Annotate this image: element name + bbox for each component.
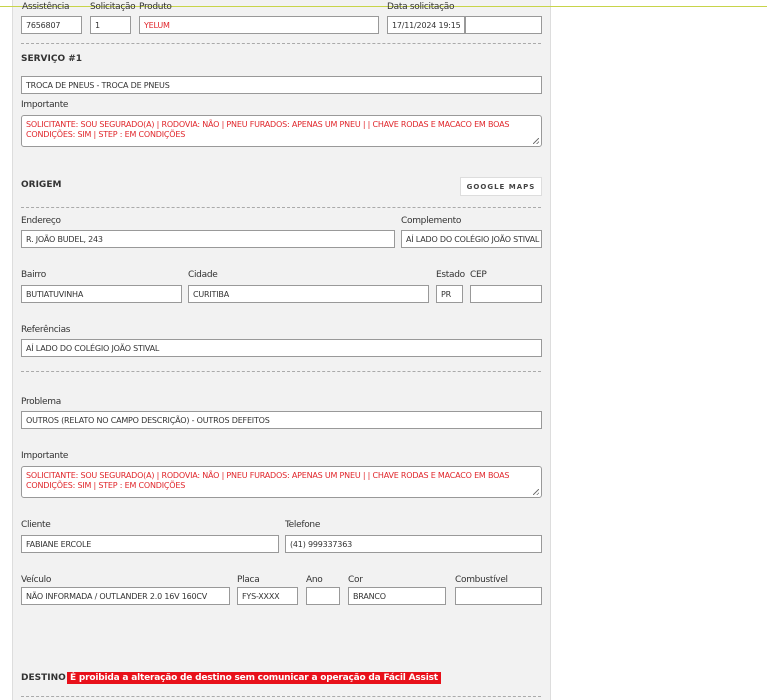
solicitacao-label: Solicitação: [90, 2, 136, 12]
importante-text: SOLICITANTE: SOU SEGURADO(A) | RODOVIA: …: [26, 120, 510, 139]
origem-title: ORIGEM: [21, 180, 62, 190]
complemento-input[interactable]: AÍ LADO DO COLÉGIO JOÃO STIVAL: [401, 230, 542, 248]
cidade-label: Cidade: [188, 270, 218, 280]
combustivel-input[interactable]: [455, 587, 542, 605]
placa-input[interactable]: FYS-XXXX: [237, 587, 298, 605]
complemento-label: Complemento: [401, 216, 462, 226]
servico-tipo-input[interactable]: TROCA DE PNEUS - TROCA DE PNEUS: [21, 76, 542, 94]
cep-label: CEP: [470, 270, 487, 280]
google-maps-button[interactable]: GOOGLE MAPS: [460, 177, 542, 196]
resize-grip-icon[interactable]: [533, 138, 539, 144]
bairro-input[interactable]: BUTIATUVINHA: [21, 285, 182, 303]
endereco-input[interactable]: R. JOÃO BUDEL, 243: [21, 230, 395, 248]
referencias-input[interactable]: AÍ LADO DO COLÉGIO JOÃO STIVAL: [21, 339, 542, 357]
combustivel-label: Combustível: [455, 575, 508, 585]
divider: [21, 207, 541, 208]
ano-label: Ano: [306, 575, 323, 585]
cor-input[interactable]: BRANCO: [348, 587, 446, 605]
bairro-label: Bairro: [21, 270, 46, 280]
importante-text: SOLICITANTE: SOU SEGURADO(A) | RODOVIA: …: [26, 471, 510, 490]
endereco-label: Endereço: [21, 216, 61, 226]
estado-label: Estado: [436, 270, 465, 280]
importante-label: Importante: [21, 100, 69, 110]
placa-label: Placa: [237, 575, 260, 585]
cliente-input[interactable]: FABIANE ERCOLE: [21, 535, 279, 553]
veiculo-label: Veículo: [21, 575, 52, 585]
problema-input[interactable]: OUTROS (RELATO NO CAMPO DESCRIÇÃO) - OUT…: [21, 411, 542, 429]
telefone-label: Telefone: [285, 520, 321, 530]
data-label: Data solicitação: [387, 2, 455, 12]
cor-label: Cor: [348, 575, 363, 585]
divider: [21, 371, 541, 372]
produto-label: Produto: [139, 2, 172, 12]
produto-input[interactable]: YELUM: [139, 16, 379, 34]
destino-title: DESTINO: [21, 673, 66, 683]
destino-warning-badge: É proibida a alteração de destino sem co…: [67, 672, 441, 684]
veiculo-input[interactable]: NÃO INFORMADA / OUTLANDER 2.0 16V 160CV: [21, 587, 230, 605]
estado-input[interactable]: PR: [436, 285, 463, 303]
cep-input[interactable]: [470, 285, 542, 303]
cidade-input[interactable]: CURITIBA: [188, 285, 429, 303]
assistencia-label: Assistência: [22, 2, 70, 12]
problema-importante-textarea[interactable]: SOLICITANTE: SOU SEGURADO(A) | RODOVIA: …: [21, 466, 542, 498]
servico-title: SERVIÇO #1: [21, 54, 83, 64]
data-extra-input[interactable]: [465, 16, 542, 34]
divider: [21, 43, 541, 44]
divider: [21, 696, 541, 697]
problema-label: Problema: [21, 397, 61, 407]
servico-importante-textarea[interactable]: SOLICITANTE: SOU SEGURADO(A) | RODOVIA: …: [21, 115, 542, 147]
telefone-input[interactable]: (41) 999337363: [285, 535, 542, 553]
importante-label: Importante: [21, 451, 69, 461]
solicitacao-input[interactable]: 1: [90, 16, 131, 34]
referencias-label: Referências: [21, 325, 71, 335]
resize-grip-icon[interactable]: [533, 489, 539, 495]
ano-input[interactable]: [306, 587, 340, 605]
data-input[interactable]: 17/11/2024 19:15: [387, 16, 465, 34]
assistencia-input[interactable]: 7656807: [21, 16, 82, 34]
cliente-label: Cliente: [21, 520, 51, 530]
